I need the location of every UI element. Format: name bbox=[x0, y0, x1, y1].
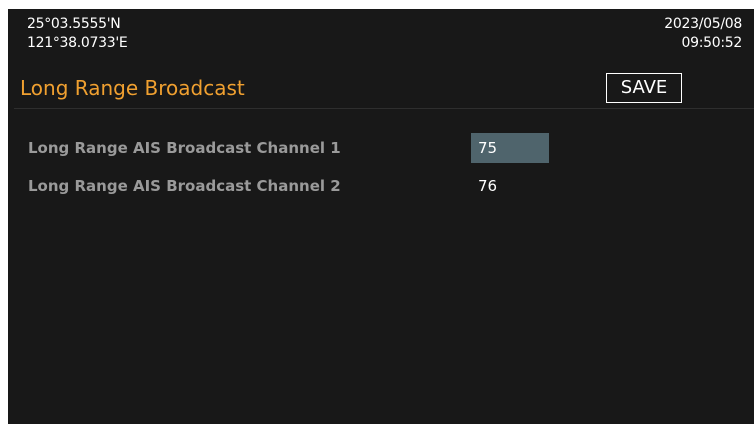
header-divider bbox=[14, 108, 754, 109]
date-time: 2023/05/08 09:50:52 bbox=[664, 15, 742, 53]
device-screen: 25°03.5555'N 121°38.0733'E 2023/05/08 09… bbox=[8, 9, 754, 424]
gps-position: 25°03.5555'N 121°38.0733'E bbox=[27, 15, 128, 53]
setting-label: Long Range AIS Broadcast Channel 2 bbox=[28, 177, 341, 195]
setting-row-channel-2: Long Range AIS Broadcast Channel 2 76 bbox=[28, 171, 754, 201]
save-button[interactable]: SAVE bbox=[606, 73, 682, 103]
longitude-readout: 121°38.0733'E bbox=[27, 35, 128, 51]
setting-label: Long Range AIS Broadcast Channel 1 bbox=[28, 139, 341, 157]
channel-2-value-field[interactable]: 76 bbox=[471, 171, 549, 201]
setting-row-channel-1: Long Range AIS Broadcast Channel 1 75 bbox=[28, 133, 754, 163]
page-title: Long Range Broadcast bbox=[20, 76, 245, 100]
date-readout: 2023/05/08 bbox=[664, 16, 742, 32]
channel-1-value-field[interactable]: 75 bbox=[471, 133, 549, 163]
time-readout: 09:50:52 bbox=[681, 35, 743, 51]
latitude-readout: 25°03.5555'N bbox=[27, 16, 121, 32]
